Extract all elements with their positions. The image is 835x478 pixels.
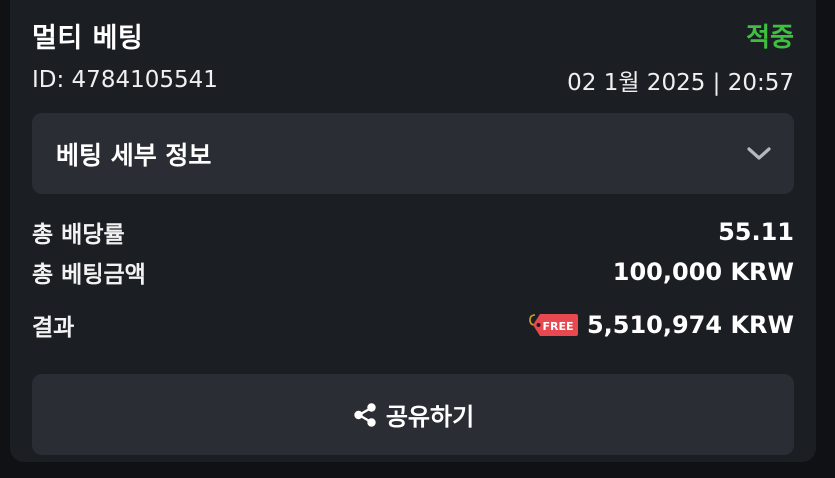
bet-id: ID: 4784105541 xyxy=(32,67,218,93)
bet-details-toggle[interactable]: 베팅 세부 정보 xyxy=(32,113,794,194)
share-icon xyxy=(354,402,376,427)
bet-title: 멀티 베팅 xyxy=(32,22,144,54)
free-tag-icon: FREE xyxy=(529,314,578,336)
total-odds-row: 총 배당률 55.11 xyxy=(32,214,794,250)
share-label: 공유하기 xyxy=(385,403,475,431)
share-button[interactable]: 공유하기 xyxy=(32,374,794,455)
bet-card: 멀티 베팅 적중 ID: 4784105541 02 1월 2025 | 20:… xyxy=(10,0,816,462)
result-row: 결과 FREE 5,510,974 KRW xyxy=(32,307,794,343)
total-stake-value: 100,000 KRW xyxy=(612,258,794,286)
bet-datetime: 02 1월 2025 | 20:57 xyxy=(567,70,794,96)
bet-details-label: 베팅 세부 정보 xyxy=(56,140,212,170)
total-odds-value: 55.11 xyxy=(718,218,794,246)
total-odds-label: 총 배당률 xyxy=(32,222,125,248)
total-stake-label: 총 베팅금액 xyxy=(32,262,146,288)
result-label: 결과 xyxy=(32,315,75,341)
result-value-group: FREE 5,510,974 KRW xyxy=(529,311,794,339)
bet-meta: ID: 4784105541 02 1월 2025 | 20:57 xyxy=(32,62,794,98)
chevron-down-icon xyxy=(747,146,771,160)
result-value: 5,510,974 KRW xyxy=(586,311,794,339)
free-tag-text: FREE xyxy=(542,320,573,333)
bet-status: 적중 xyxy=(746,22,794,53)
bet-header: 멀티 베팅 적중 xyxy=(32,14,794,56)
total-stake-row: 총 베팅금액 100,000 KRW xyxy=(32,254,794,290)
